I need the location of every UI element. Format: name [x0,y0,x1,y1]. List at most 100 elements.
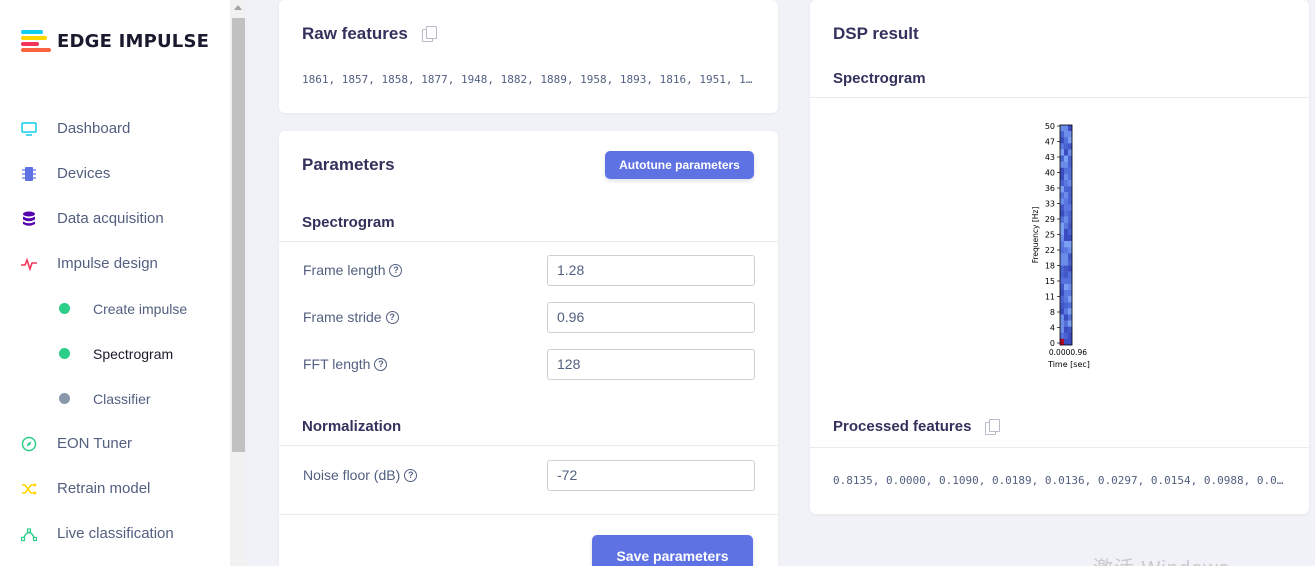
copy-icon[interactable] [985,418,1001,435]
brand-name: EDGE IMPULSE [57,30,210,52]
sidebar-item-devices[interactable]: Devices [0,151,230,196]
heatmap-cell [1064,235,1069,242]
y-tick-label: 50 [1045,122,1055,131]
heatmap-cell [1068,204,1073,211]
sidebar-subitem-label: Classifier [93,390,151,407]
noise-floor-label-text: Noise floor (dB) [303,467,401,483]
heatmap-cell [1060,155,1065,162]
heatmap-cell [1060,186,1065,193]
heatmap-cell [1060,167,1065,175]
heatmap-cell [1068,277,1073,285]
heatmap-cell [1064,180,1069,187]
y-tick-label: 25 [1045,231,1055,240]
sidebar-item-live-classification[interactable]: Live classification [0,511,230,556]
chip-icon [20,165,38,183]
heatmap-cell [1064,216,1069,223]
sidebar-item-data-acquisition[interactable]: Data acquisition [0,196,230,241]
heatmap-cell [1064,241,1069,248]
heatmap-cell [1060,283,1065,291]
edge-impulse-logo[interactable]: EDGE IMPULSE [21,30,209,52]
sidebar-nav: Dashboard Devices Data acquisition Impul… [0,106,230,556]
y-tick-label: 29 [1045,215,1055,224]
noise-floor-label: Noise floor (dB) ? [303,467,418,483]
heatmap-cell [1060,216,1065,223]
sidebar-subitem-label: Create impulse [93,300,188,317]
x-axis-label: Time [sec] [1047,360,1090,369]
sidebar-item-impulse-design[interactable]: Impulse design [0,241,230,286]
logo-mark-icon [21,30,51,52]
sidebar-subitem-label: Spectrogram [93,345,174,362]
sidebar-item-eon-tuner[interactable]: EON Tuner [0,421,230,466]
section-divider [279,445,778,446]
heatmap-cell [1064,326,1069,333]
heatmap-cell [1068,283,1073,291]
heatmap-cell [1068,296,1073,303]
noise-floor-input[interactable]: -72 [547,459,755,491]
heatmap-cell [1068,155,1073,162]
save-parameters-button[interactable]: Save parameters [592,535,753,566]
fft-length-label-text: FFT length [303,356,371,372]
autotune-parameters-button[interactable]: Autotune parameters [605,151,754,179]
frame-stride-input[interactable]: 0.96 [547,301,755,333]
y-tick-label: 43 [1045,153,1055,162]
heatmap-cell [1060,332,1065,340]
heatmap-cell [1060,131,1065,138]
shuffle-icon [20,480,38,498]
heatmap-cell [1068,180,1073,187]
normalization-section-title: Normalization [302,418,402,435]
processed-features-title: Processed features [833,418,972,435]
heatmap-cell [1060,161,1065,168]
parameters-title: Parameters [302,155,395,174]
heatmap-cell [1064,302,1069,309]
heatmap-cell [1068,314,1073,321]
heatmap-cell [1064,204,1069,211]
copy-icon[interactable] [421,26,437,42]
heatmap-cell [1060,326,1065,333]
heatmap-cell [1060,259,1065,266]
heatmap-cell [1060,338,1065,346]
sidebar-item-dashboard[interactable]: Dashboard [0,106,230,151]
sidebar-subitem-classifier[interactable]: Classifier [0,376,230,421]
frame-length-input[interactable]: 1.28 [547,254,755,286]
heatmap-cell [1064,173,1069,181]
dsp-result-card: DSP result Spectrogram 50 47 43 40 36 33 29 25 2… [810,0,1309,514]
heatmap-cell [1068,222,1073,230]
heatmap-cell [1060,149,1065,156]
sidebar-scrollbar-thumb[interactable] [232,18,245,452]
heatmap-cell [1060,265,1065,272]
heatmap-cell [1068,290,1073,297]
frame-stride-label: Frame stride ? [303,309,399,325]
heatmap-cell [1068,253,1073,260]
heatmap-cell [1064,186,1069,193]
heatmap-cell [1068,161,1073,168]
heatmap-cell [1060,271,1065,278]
heatmap-cell [1068,137,1073,144]
fft-length-input[interactable]: 128 [547,348,755,380]
sidebar-item-label: EON Tuner [57,435,133,452]
help-icon[interactable]: ? [389,263,403,277]
heatmap-cell [1064,296,1069,303]
heatmap-cell [1064,277,1069,285]
heatmap-cell [1064,320,1069,327]
vector-icon [20,525,38,543]
sidebar-item-retrain-model[interactable]: Retrain model [0,466,230,511]
raw-features-values: 1861, 1857, 1858, 1877, 1948, 1882, 1889… [302,73,753,86]
sidebar-item-label: Data acquisition [57,210,164,227]
sidebar-subitem-create-impulse[interactable]: Create impulse [0,286,230,331]
help-icon[interactable]: ? [404,468,418,482]
heatmap-cell [1060,253,1065,260]
y-tick-label: 4 [1050,324,1055,333]
help-icon[interactable]: ? [385,310,399,324]
scroll-up-arrow-icon[interactable] [234,5,242,10]
heatmap-cell [1060,314,1065,321]
help-icon[interactable]: ? [374,357,388,371]
heatmap-cell [1060,137,1065,144]
frame-length-label: Frame length ? [303,262,403,278]
heatmap-cell [1068,247,1073,254]
sidebar-subitem-spectrogram[interactable]: Spectrogram [0,331,230,376]
spectrogram-plot-title: Spectrogram [833,70,926,87]
sidebar-item-label: Retrain model [57,480,151,497]
heatmap-cell [1064,131,1069,138]
heatmap-cell [1060,247,1065,254]
heatmap-cell [1064,149,1069,156]
